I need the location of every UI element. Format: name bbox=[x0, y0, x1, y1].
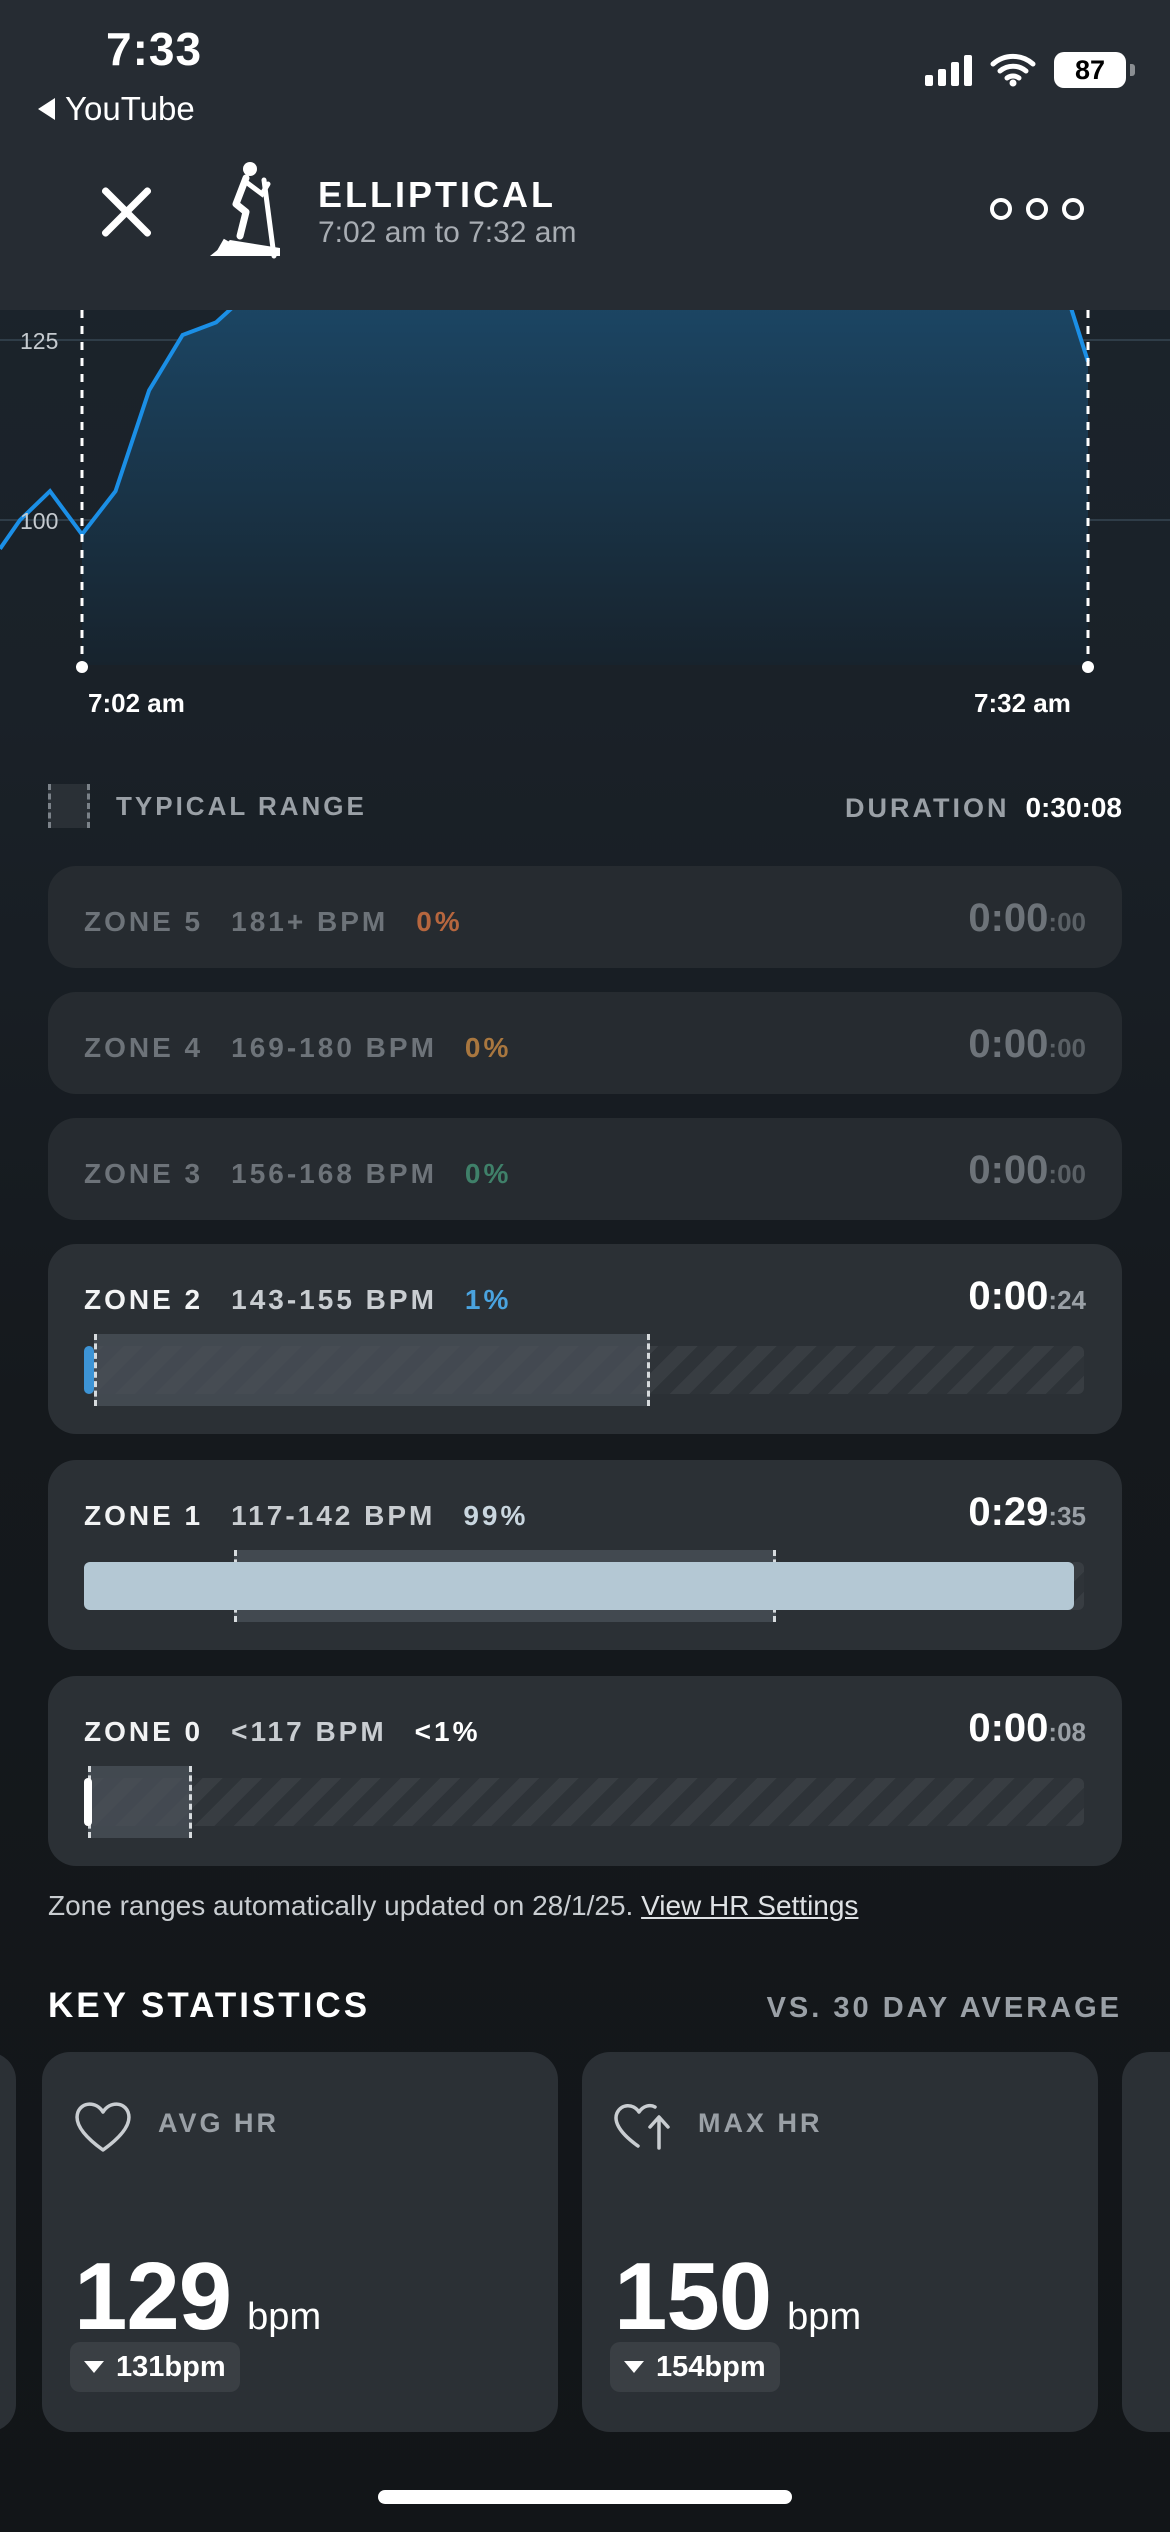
stat-card-partial-right[interactable] bbox=[1122, 2052, 1170, 2432]
zone-name: ZONE 5 bbox=[84, 906, 204, 937]
duration-value: 0:30:08 bbox=[1025, 792, 1122, 823]
zone-bpm: 143-155 BPM bbox=[231, 1284, 437, 1315]
back-to-app-link[interactable]: YouTube bbox=[38, 90, 195, 128]
heart-rate-chart-svg bbox=[0, 253, 1170, 673]
more-dot bbox=[1062, 198, 1084, 220]
zone-header: ZONE 4 169-180 BPM 0% bbox=[84, 1032, 511, 1064]
key-statistics-title: KEY STATISTICS bbox=[48, 1986, 371, 2025]
workout-detail-screen: 7:33 YouTube 87 ELLIPTICAL 7:02 am to 7:… bbox=[0, 0, 1170, 2532]
battery-indicator: 87 bbox=[1054, 52, 1135, 88]
zone-header: ZONE 0 <117 BPM <1% bbox=[84, 1716, 481, 1748]
zone-update-note: Zone ranges automatically updated on 28/… bbox=[48, 1890, 858, 1922]
stat-card-partial-left[interactable] bbox=[0, 2052, 16, 2432]
zone-percent: 0% bbox=[464, 1032, 512, 1063]
zone-name: ZONE 3 bbox=[84, 1158, 204, 1189]
avg-hr-comparison: 131bpm bbox=[116, 2350, 226, 2383]
zone-fill bbox=[84, 1346, 94, 1394]
zone-name: ZONE 0 bbox=[84, 1716, 204, 1747]
zone-percent: 99% bbox=[463, 1500, 529, 1531]
zone-bpm: 169-180 BPM bbox=[231, 1032, 437, 1063]
avg-hr-comparison-chip: 131bpm bbox=[70, 2342, 240, 2392]
zone-percent: 0% bbox=[416, 906, 463, 937]
heart-rate-area bbox=[82, 255, 1088, 666]
workout-time-range: 7:02 am to 7:32 am bbox=[318, 216, 577, 249]
close-button[interactable] bbox=[98, 183, 154, 239]
heart-up-arrow-icon bbox=[614, 2103, 670, 2150]
status-icons: 87 bbox=[925, 52, 1135, 88]
heart-icon bbox=[75, 2102, 131, 2152]
zone-fill bbox=[84, 1778, 92, 1826]
zone-percent: <1% bbox=[414, 1716, 481, 1747]
zone-4-card[interactable]: ZONE 4 169-180 BPM 0% 0:00:00 bbox=[48, 992, 1122, 1094]
duration: DURATION 0:30:08 bbox=[845, 792, 1122, 824]
header: 7:33 YouTube 87 ELLIPTICAL 7:02 am to 7:… bbox=[0, 0, 1170, 310]
zone-header: ZONE 3 156-168 BPM 0% bbox=[84, 1158, 511, 1190]
max-hr-card[interactable]: MAX HR 150 bpm 154bpm bbox=[582, 2052, 1098, 2432]
zone-bpm: 181+ BPM bbox=[231, 906, 389, 937]
more-dot bbox=[990, 198, 1012, 220]
zone-2-progress-bar bbox=[84, 1334, 1084, 1406]
x-tick-start: 7:02 am bbox=[88, 688, 185, 718]
x-tick-end: 7:32 am bbox=[974, 688, 1071, 718]
max-hr-comparison-chip: 154bpm bbox=[610, 2342, 780, 2392]
zone-name: ZONE 1 bbox=[84, 1500, 204, 1531]
zone-time: 0:29:35 bbox=[968, 1490, 1086, 1534]
max-hr-label: MAX HR bbox=[698, 2108, 823, 2138]
zone-percent: 1% bbox=[464, 1284, 512, 1315]
zone-3-card[interactable]: ZONE 3 156-168 BPM 0% 0:00:00 bbox=[48, 1118, 1122, 1220]
zone-bpm: 117-142 BPM bbox=[231, 1500, 436, 1531]
note-text: Zone ranges automatically updated on 28/… bbox=[48, 1890, 634, 1921]
start-marker-dot bbox=[76, 661, 88, 673]
zone-time: 0:00:24 bbox=[968, 1274, 1086, 1318]
heart-rate-chart[interactable]: 125 100 7:02 am 7:32 am bbox=[0, 253, 1170, 730]
more-dot bbox=[1026, 198, 1048, 220]
zone-header: ZONE 1 117-142 BPM 99% bbox=[84, 1500, 528, 1532]
down-arrow-icon bbox=[624, 2361, 644, 2373]
zone-name: ZONE 2 bbox=[84, 1284, 204, 1315]
home-indicator[interactable] bbox=[378, 2490, 792, 2504]
view-hr-settings-link[interactable]: View HR Settings bbox=[641, 1890, 858, 1921]
workout-title: ELLIPTICAL bbox=[318, 174, 556, 215]
max-hr-comparison: 154bpm bbox=[656, 2350, 766, 2383]
zone-time: 0:00:00 bbox=[968, 1148, 1086, 1192]
zone-0-progress-bar bbox=[84, 1766, 1084, 1838]
typical-range-band bbox=[88, 1766, 192, 1838]
zone-1-progress-bar bbox=[84, 1550, 1084, 1622]
y-tick-125: 125 bbox=[20, 328, 59, 354]
zone-bpm: 156-168 BPM bbox=[231, 1158, 437, 1189]
zone-name: ZONE 4 bbox=[84, 1032, 204, 1063]
zone-time: 0:00:08 bbox=[968, 1706, 1086, 1750]
elliptical-machine-icon bbox=[210, 162, 280, 259]
zone-bpm: <117 BPM bbox=[231, 1716, 387, 1747]
avg-hr-value: 129 bpm bbox=[74, 2243, 322, 2350]
zone-1-card[interactable]: ZONE 1 117-142 BPM 99% 0:29:35 bbox=[48, 1460, 1122, 1650]
zone-percent: 0% bbox=[464, 1158, 512, 1189]
zone-header: ZONE 5 181+ BPM 0% bbox=[84, 906, 463, 938]
back-triangle-icon bbox=[38, 98, 55, 120]
key-statistics-subtitle: VS. 30 DAY AVERAGE bbox=[766, 1992, 1122, 2024]
more-options-button[interactable] bbox=[990, 198, 1084, 220]
max-hr-value: 150 bpm bbox=[614, 2243, 862, 2350]
zone-2-card[interactable]: ZONE 2 143-155 BPM 1% 0:00:24 bbox=[48, 1244, 1122, 1434]
avg-hr-label: AVG HR bbox=[158, 2108, 280, 2138]
status-time: 7:33 bbox=[106, 23, 203, 75]
zone-time: 0:00:00 bbox=[968, 896, 1086, 940]
typical-range-label: TYPICAL RANGE bbox=[116, 790, 367, 821]
typical-range-swatch bbox=[48, 784, 90, 828]
end-marker-dot bbox=[1082, 661, 1094, 673]
cellular-signal-icon bbox=[925, 54, 972, 86]
avg-hr-card[interactable]: AVG HR 129 bpm 131bpm bbox=[42, 2052, 558, 2432]
back-app-label: YouTube bbox=[65, 90, 195, 127]
y-tick-100: 100 bbox=[20, 508, 59, 534]
wifi-icon bbox=[990, 53, 1036, 87]
zone-fill bbox=[84, 1562, 1074, 1610]
zone-time: 0:00:00 bbox=[968, 1022, 1086, 1066]
zone-5-card[interactable]: ZONE 5 181+ BPM 0% 0:00:00 bbox=[48, 866, 1122, 968]
zone-header: ZONE 2 143-155 BPM 1% bbox=[84, 1284, 511, 1316]
typical-range-band bbox=[94, 1334, 650, 1406]
zone-0-card[interactable]: ZONE 0 <117 BPM <1% 0:00:08 bbox=[48, 1676, 1122, 1866]
down-arrow-icon bbox=[84, 2361, 104, 2373]
typical-range-legend: TYPICAL RANGE bbox=[48, 784, 367, 828]
duration-label: DURATION bbox=[845, 793, 1010, 823]
